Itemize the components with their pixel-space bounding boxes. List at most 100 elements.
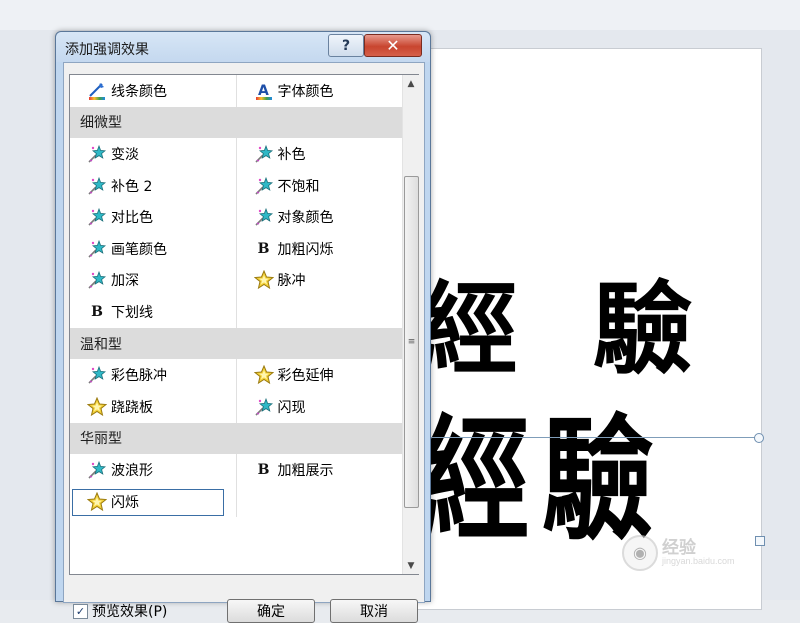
effects-list-content: 线条颜色 A 字体颜色 细微型 变淡 补色 补色 2 不饱和 对比色 对象颜色 画笔颜色 B 加粗闪烁加… — [70, 75, 402, 574]
effect-item[interactable]: 闪烁 — [70, 485, 237, 518]
help-button[interactable]: ? — [328, 34, 364, 57]
star-pulse-icon — [86, 491, 108, 513]
effect-item[interactable]: B 下划线 — [70, 296, 237, 328]
preview-checkbox-group[interactable]: ✓ 预览效果(P) — [73, 601, 167, 621]
effect-row: 加深 脉冲 — [70, 264, 403, 297]
scroll-up-icon[interactable]: ▲ — [403, 75, 419, 92]
effect-item[interactable]: 跷跷板 — [70, 390, 237, 423]
effect-row: B 下划线 — [70, 296, 402, 328]
vertical-scrollbar[interactable]: ▲ ≡ ▼ — [402, 75, 419, 574]
effect-item[interactable]: 线条颜色 — [70, 75, 237, 107]
dialog-body: 线条颜色 A 字体颜色 细微型 变淡 补色 补色 2 不饱和 对比色 对象颜色 画笔颜色 B 加粗闪烁加… — [63, 62, 425, 623]
effect-item[interactable]: A 字体颜色 — [237, 75, 403, 107]
help-icon: ? — [341, 37, 351, 54]
empty-cell — [237, 486, 403, 518]
effect-row: 对比色 对象颜色 — [70, 201, 402, 233]
effect-item[interactable]: B 加粗闪烁 — [237, 233, 403, 265]
effect-item-label: 画笔颜色 — [111, 241, 167, 258]
effect-item-label: 对象颜色 — [277, 210, 334, 227]
svg-text:A: A — [258, 83, 269, 99]
effect-item[interactable]: 加深 — [70, 264, 237, 297]
preview-checkbox[interactable]: ✓ — [73, 603, 88, 619]
effect-item-label: 字体颜色 — [277, 83, 334, 100]
effect-group-header: 温和型 — [70, 327, 402, 360]
star-sparkle-icon — [253, 206, 275, 228]
effect-row: 变淡 补色 — [70, 138, 402, 170]
scrollbar-thumb[interactable]: ≡ — [404, 176, 419, 508]
ok-label: 确定 — [257, 604, 285, 620]
effect-row: 画笔颜色 B 加粗闪烁 — [70, 232, 403, 265]
checkmark-icon: ✓ — [75, 604, 86, 618]
effect-item[interactable]: 彩色延伸 — [237, 359, 403, 391]
effect-item-label: 波浪形 — [111, 462, 153, 479]
effect-item[interactable]: 脉冲 — [237, 265, 403, 297]
watermark-url: jingyan.baidu.com — [662, 556, 735, 567]
resize-handle[interactable] — [754, 433, 764, 443]
close-icon: ✕ — [386, 36, 400, 55]
bold-b-icon: B — [257, 240, 270, 257]
effect-row: 波浪形 B 加粗展示 — [70, 454, 402, 486]
effect-item-label: 闪烁 — [111, 494, 139, 511]
effect-item[interactable]: 画笔颜色 — [70, 232, 237, 265]
line-color-icon — [86, 80, 108, 102]
effect-item[interactable]: 变淡 — [70, 138, 237, 170]
effect-item[interactable]: 不饱和 — [237, 170, 403, 202]
star-sparkle-icon — [86, 459, 108, 481]
effect-item-label: 补色 2 — [111, 178, 153, 195]
effect-item[interactable]: 闪现 — [237, 391, 403, 423]
selection-border — [395, 437, 759, 438]
scroll-down-icon[interactable]: ▼ — [403, 557, 419, 574]
effect-item-label: 加深 — [111, 273, 139, 290]
cancel-button[interactable]: 取消 — [330, 599, 418, 623]
preview-label: 预览效果(P) — [92, 604, 168, 620]
effect-item-label: 跷跷板 — [111, 399, 153, 416]
star-sparkle-icon — [86, 143, 108, 165]
watermark: ◉ 经验 jingyan.baidu.com — [622, 528, 762, 578]
ok-button[interactable]: 确定 — [227, 599, 315, 623]
effects-list[interactable]: 线条颜色 A 字体颜色 细微型 变淡 补色 补色 2 不饱和 对比色 对象颜色 画笔颜色 B 加粗闪烁加… — [69, 74, 419, 575]
star-sparkle-icon — [253, 396, 275, 418]
effect-item-label: 不饱和 — [277, 178, 320, 195]
effect-item-label: 对比色 — [111, 210, 153, 227]
effect-group-header: 华丽型 — [70, 422, 402, 455]
effect-item-label: 闪现 — [277, 399, 306, 416]
effect-item-label: 脉冲 — [277, 273, 306, 290]
cancel-label: 取消 — [360, 604, 388, 620]
empty-cell — [237, 296, 403, 328]
effect-item[interactable]: 波浪形 — [70, 454, 237, 486]
star-sparkle-icon — [86, 175, 108, 197]
star-sparkle-icon — [86, 238, 108, 260]
effect-item[interactable]: 彩色脉冲 — [70, 359, 237, 391]
effect-item[interactable]: 补色 2 — [70, 169, 237, 202]
top-strip — [0, 0, 800, 30]
star-sparkle-icon — [253, 143, 275, 165]
star-sparkle-icon — [86, 206, 108, 228]
effect-row: 彩色脉冲 彩色延伸 — [70, 359, 402, 391]
bold-b-icon: B — [91, 303, 103, 320]
add-emphasis-effect-dialog: 添加强调效果 ? ✕ 线条颜色 A 字体颜色细微型变淡 补色补色 2 不饱和对比色 对象颜… — [55, 31, 431, 623]
effect-item-label: 彩色脉冲 — [111, 368, 167, 385]
bold-b-icon: B — [257, 461, 270, 478]
effect-item[interactable]: 对象颜色 — [237, 201, 403, 233]
title-bar[interactable]: 添加强调效果 ? ✕ — [56, 32, 430, 62]
star-sparkle-icon — [86, 364, 108, 386]
dialog-title: 添加强调效果 — [65, 42, 149, 58]
effect-group-header: 细微型 — [70, 106, 402, 139]
close-button[interactable]: ✕ — [364, 34, 422, 57]
star-sparkle-icon — [253, 175, 275, 197]
effect-row: 线条颜色 A 字体颜色 — [70, 75, 402, 107]
font-color-icon: A — [253, 80, 275, 102]
effect-item[interactable]: 补色 — [237, 138, 403, 170]
effect-item-label: 线条颜色 — [111, 83, 167, 100]
watermark-logo: ◉ — [622, 535, 658, 571]
effect-item[interactable]: 对比色 — [70, 201, 237, 233]
effect-item-label: 变淡 — [111, 146, 139, 163]
effect-row: 补色 2 不饱和 — [70, 169, 403, 202]
effect-item-label: 彩色延伸 — [277, 368, 334, 385]
star-sparkle-icon — [86, 269, 108, 291]
effect-item-label: 补色 — [277, 146, 306, 163]
watermark-name: 经验 — [662, 537, 696, 558]
effect-item[interactable]: B 加粗展示 — [237, 454, 403, 486]
star-pulse-icon — [253, 364, 275, 386]
star-pulse-icon — [86, 396, 108, 418]
